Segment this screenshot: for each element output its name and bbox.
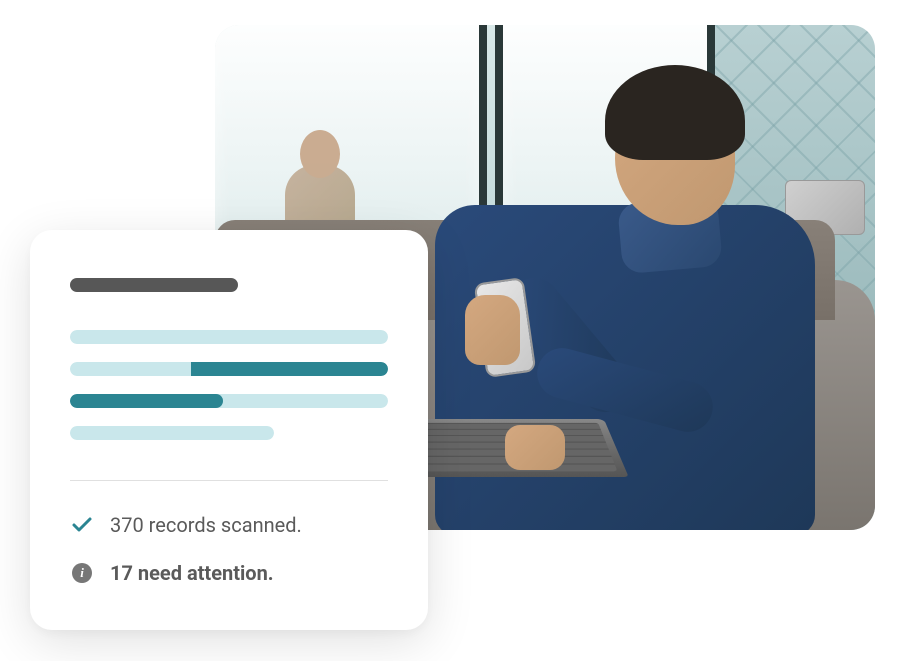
progress-bar-row bbox=[70, 394, 388, 408]
records-summary-card: 370 records scanned. i 17 need attention… bbox=[30, 230, 428, 630]
records-scanned-text: 370 records scanned. bbox=[110, 513, 302, 537]
info-icon: i bbox=[72, 563, 92, 583]
progress-bar-row bbox=[70, 362, 388, 376]
foreground-person bbox=[415, 85, 815, 525]
skeleton-progress-bars bbox=[70, 330, 388, 440]
records-scanned-status: 370 records scanned. bbox=[70, 513, 388, 537]
skeleton-heading bbox=[70, 278, 238, 292]
progress-bar-row bbox=[70, 330, 388, 344]
records-attention-status: i 17 need attention. bbox=[70, 561, 388, 585]
divider bbox=[70, 480, 388, 481]
progress-bar-row bbox=[70, 426, 274, 440]
checkmark-icon bbox=[70, 513, 94, 537]
records-attention-text: 17 need attention. bbox=[110, 561, 274, 585]
